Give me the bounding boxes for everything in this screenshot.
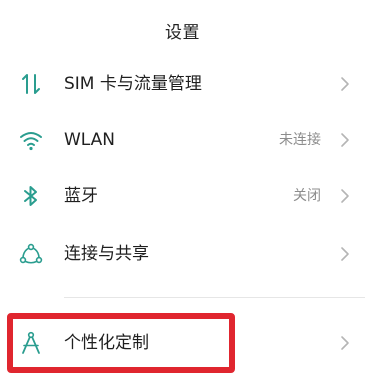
- chevron-right-icon: [339, 246, 351, 262]
- highlight-box: [7, 313, 235, 373]
- settings-item-label: SIM 卡与流量管理: [64, 74, 202, 94]
- settings-item-sim-data[interactable]: SIM 卡与流量管理: [0, 56, 365, 112]
- bluetooth-icon: [18, 183, 44, 209]
- chevron-right-icon: [339, 132, 351, 148]
- settings-item-label: 蓝牙: [64, 186, 98, 206]
- wifi-icon: [18, 127, 44, 153]
- page-title: 设置: [165, 22, 200, 43]
- settings-item-label: WLAN: [64, 130, 116, 150]
- chevron-right-icon: [339, 76, 351, 92]
- settings-item-value: 关闭: [293, 188, 321, 204]
- settings-item-wlan[interactable]: WLAN 未连接: [0, 112, 365, 168]
- section-divider: [64, 297, 365, 298]
- connection-share-icon: [18, 241, 44, 267]
- header-bar: 设置: [0, 0, 365, 60]
- settings-item-value: 未连接: [279, 132, 321, 148]
- settings-item-label: 连接与共享: [64, 244, 149, 264]
- settings-item-bluetooth[interactable]: 蓝牙 关闭: [0, 168, 365, 224]
- sim-data-icon: [18, 71, 44, 97]
- chevron-right-icon: [339, 335, 351, 351]
- settings-item-connection-share[interactable]: 连接与共享: [0, 226, 365, 282]
- chevron-right-icon: [339, 188, 351, 204]
